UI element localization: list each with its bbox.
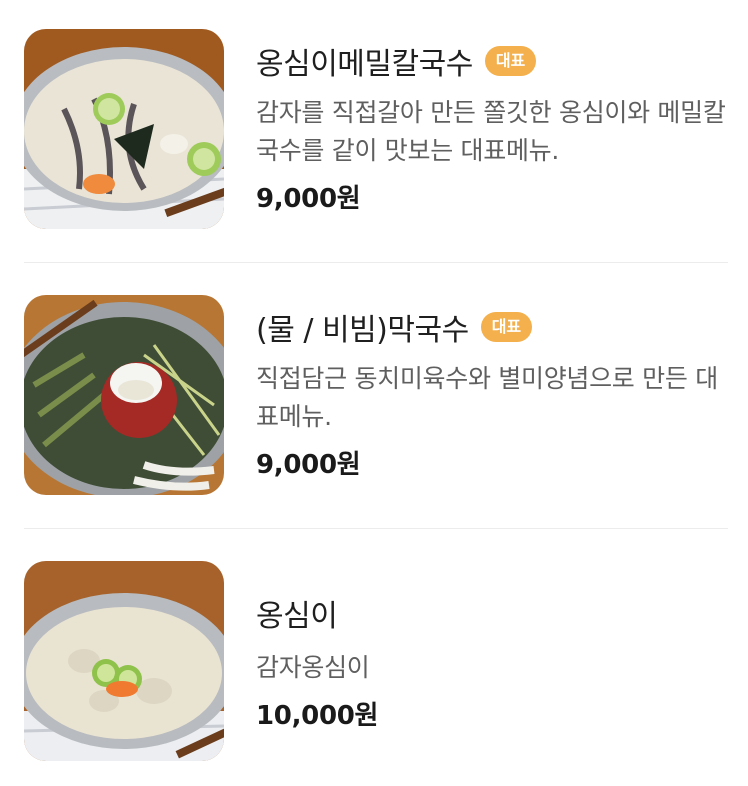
menu-item-price: 9,000원: [256, 184, 361, 214]
menu-list: 옹심이메밀칼국수 대표 감자를 직접갈아 만든 쫄깃한 옹심이와 메밀칼국수를 …: [0, 0, 748, 786]
divider: [24, 262, 728, 263]
food-photo: [24, 561, 224, 761]
menu-item-title: 옹심이메밀칼국수: [256, 47, 473, 82]
menu-item-makguksu[interactable]: (물 / 비빔)막국수 대표 직접담근 동치미육수와 별미양념으로 만든 대표메…: [24, 295, 728, 495]
menu-item-info: 옹심이메밀칼국수 대표 감자를 직접갈아 만든 쫄깃한 옹심이와 메밀칼국수를 …: [256, 29, 728, 215]
signature-badge: 대표: [480, 312, 533, 342]
menu-item-image[interactable]: [24, 29, 224, 229]
menu-item-description: 감자를 직접갈아 만든 쫄깃한 옹심이와 메밀칼국수를 같이 맛보는 대표메뉴.: [256, 98, 726, 165]
divider: [24, 528, 728, 529]
menu-item-title: 옹심이: [256, 599, 338, 634]
menu-item-image[interactable]: [24, 561, 224, 761]
menu-item-info: (물 / 비빔)막국수 대표 직접담근 동치미육수와 별미양념으로 만든 대표메…: [256, 295, 728, 481]
menu-item-title: (물 / 비빔)막국수: [256, 313, 469, 348]
menu-item-image[interactable]: [24, 295, 224, 495]
menu-item-price: 9,000원: [256, 450, 361, 480]
menu-item-ongsimi[interactable]: 옹심이 감자옹심이 10,000원: [24, 561, 728, 761]
food-photo: [24, 29, 224, 229]
signature-badge: 대표: [484, 46, 537, 76]
food-photo: [24, 295, 224, 495]
menu-item-description: 감자옹심이: [256, 653, 370, 682]
menu-item-ongsimi-kalguksu[interactable]: 옹심이메밀칼국수 대표 감자를 직접갈아 만든 쫄깃한 옹심이와 메밀칼국수를 …: [24, 29, 728, 229]
menu-item-price: 10,000원: [256, 701, 379, 731]
menu-item-description: 직접담근 동치미육수와 별미양념으로 만든 대표메뉴.: [256, 364, 718, 431]
menu-item-info: 옹심이 감자옹심이 10,000원: [256, 561, 728, 732]
